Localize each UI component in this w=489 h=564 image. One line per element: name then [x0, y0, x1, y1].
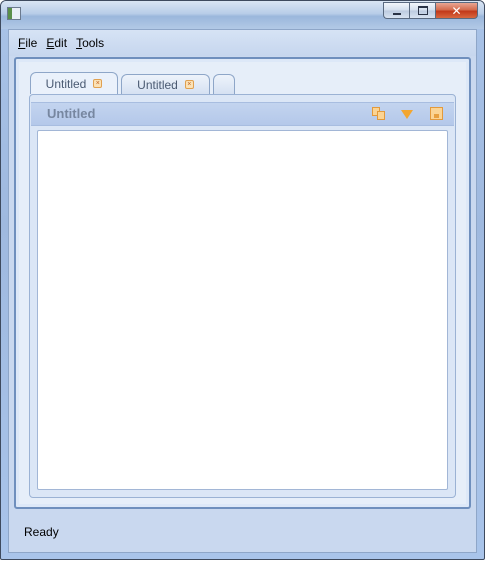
maximize-button[interactable]: [409, 2, 435, 19]
status-bar: Ready: [9, 512, 476, 552]
menu-edit[interactable]: Edit: [46, 36, 67, 50]
maximize-icon: [417, 6, 428, 15]
document-frame: Untitled × Untitled × Untitled: [14, 57, 471, 509]
tab-untitled-2[interactable]: Untitled ×: [121, 74, 210, 94]
close-icon: ✕: [451, 3, 462, 18]
dropdown-button[interactable]: [401, 107, 415, 121]
client-area: File Edit Tools Untitled × Untitled × Un…: [8, 29, 477, 553]
tab-untitled-1[interactable]: Untitled ×: [30, 72, 118, 94]
title-bar[interactable]: ✕: [1, 1, 484, 29]
status-text: Ready: [24, 525, 59, 539]
app-icon[interactable]: [7, 7, 21, 20]
menu-file[interactable]: File: [18, 36, 37, 50]
document-header: Untitled: [31, 102, 454, 126]
menu-bar: File Edit Tools: [9, 30, 476, 56]
document-title: Untitled: [47, 106, 96, 121]
tab-strip: Untitled × Untitled ×: [30, 72, 238, 94]
caption-buttons: ✕: [383, 2, 478, 20]
save-button[interactable]: [430, 107, 444, 121]
text-editor[interactable]: [37, 130, 448, 490]
tab-label: Untitled: [45, 76, 87, 91]
tab-label: Untitled: [137, 77, 178, 92]
document-frame-inner: Untitled × Untitled × Untitled: [19, 62, 466, 504]
new-tab-button[interactable]: [213, 74, 235, 94]
close-window-button[interactable]: ✕: [435, 2, 478, 19]
copy-icon[interactable]: [372, 107, 386, 121]
minimize-button[interactable]: [383, 2, 409, 19]
save-icon: [430, 107, 443, 120]
dropdown-arrow-icon: [401, 110, 413, 119]
document-toolbar: [357, 107, 444, 121]
minimize-icon: [392, 12, 401, 15]
menu-tools[interactable]: Tools: [76, 36, 104, 50]
close-icon[interactable]: ×: [184, 80, 194, 89]
app-window: ✕ File Edit Tools Untitled × Untitled ×: [0, 0, 485, 560]
document-panel: Untitled: [29, 94, 456, 498]
close-icon[interactable]: ×: [93, 79, 103, 88]
